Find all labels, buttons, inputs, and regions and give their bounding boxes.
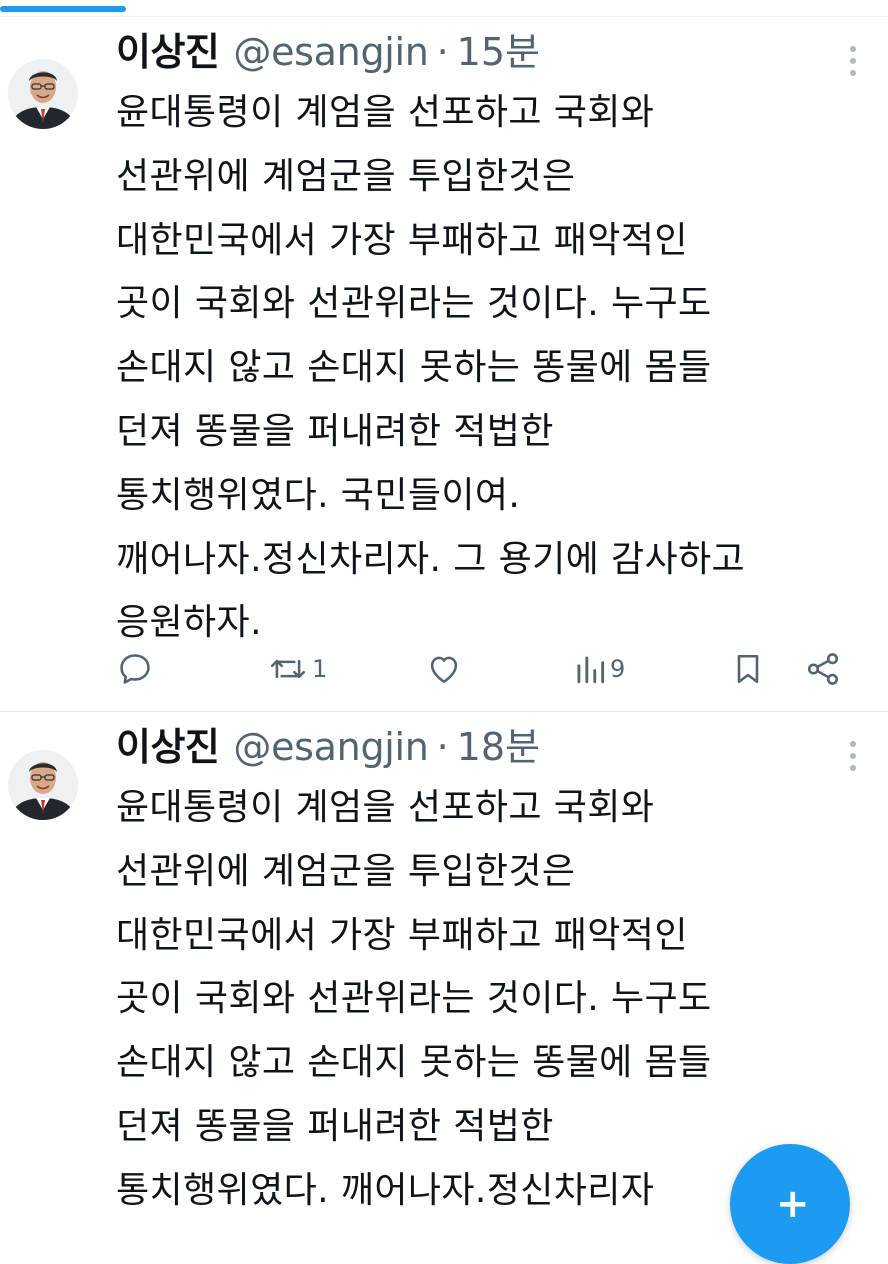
- compose-button[interactable]: +: [730, 1144, 850, 1264]
- share-icon: [807, 653, 839, 685]
- more-options-icon[interactable]: [846, 43, 860, 79]
- retweet-count: 1: [312, 655, 328, 683]
- author-name[interactable]: 이상진: [116, 27, 220, 77]
- tweet[interactable]: 이상진 @esangjin · 18분 윤대통령이 계엄을 선포하고 국회와 선…: [0, 712, 888, 1211]
- avatar-photo-icon: [8, 750, 78, 820]
- avatar[interactable]: [8, 750, 78, 820]
- retweet-icon: [270, 659, 306, 679]
- heart-icon: [430, 656, 458, 683]
- tweet-text-line: 곳이 국회와 선관위라는 것이다. 누구도: [116, 283, 712, 325]
- tweet-header: 이상진 @esangjin · 15분: [116, 27, 540, 77]
- share-button[interactable]: [804, 645, 842, 693]
- tweet-text-line: 통치행위였다. 국민들이여.: [116, 474, 521, 516]
- tweet[interactable]: 이상진 @esangjin · 15분 윤대통령이 계엄을 선포하고 국회와 선…: [0, 17, 888, 711]
- timestamp[interactable]: 18분: [457, 722, 540, 772]
- like-button[interactable]: [424, 645, 464, 693]
- bookmark-button[interactable]: [730, 645, 766, 693]
- views-count: 9: [610, 655, 626, 683]
- tweet-text-line: 윤대통령이 계엄을 선포하고 국회와: [116, 787, 655, 828]
- compose-plus-icon: +: [776, 1181, 810, 1227]
- reply-button[interactable]: [116, 645, 154, 693]
- tweet-text-line: 던져 똥물을 퍼내려한 적법한: [116, 410, 554, 452]
- author-handle[interactable]: @esangjin: [233, 27, 428, 77]
- tweet-text-line: 선관위에 계엄군을 투입한것은: [116, 850, 576, 892]
- separator-dot: ·: [436, 725, 449, 769]
- avatar-photo-icon: [8, 59, 78, 129]
- timestamp[interactable]: 15분: [457, 27, 540, 77]
- tweet-actions: 1 9: [0, 645, 888, 693]
- author-name[interactable]: 이상진: [116, 722, 220, 772]
- views-button[interactable]: 9: [574, 645, 625, 693]
- views-icon: [577, 656, 605, 684]
- tweet-text-line: 윤대통령이 계엄을 선포하고 국회와: [116, 92, 655, 133]
- reply-icon: [120, 654, 150, 684]
- tab-indicator: [0, 6, 126, 12]
- bookmark-icon: [737, 654, 759, 684]
- more-options-icon[interactable]: [846, 738, 860, 774]
- tweet-text-line: 대한민국에서 가장 부패하고 패악적인: [116, 219, 688, 261]
- tweet-text-line: 선관위에 계엄군을 투입한것은: [116, 155, 576, 197]
- tweet-text-line: 깨어나자.정신차리자. 그 용기에 감사하고: [116, 538, 746, 580]
- tweet-text-line: 손대지 않고 손대지 못하는 똥물에 몸들: [116, 1042, 712, 1084]
- retweet-button[interactable]: 1: [268, 645, 327, 693]
- tweet-header: 이상진 @esangjin · 18분: [116, 722, 540, 772]
- author-handle[interactable]: @esangjin: [233, 722, 428, 772]
- tweet-text-line: 손대지 않고 손대지 못하는 똥물에 몸들: [116, 347, 712, 389]
- tweet-text-line: 던져 똥물을 퍼내려한 적법한: [116, 1105, 554, 1147]
- tweet-text-line: 곳이 국회와 선관위라는 것이다. 누구도: [116, 978, 712, 1020]
- tweet-text-line: 대한민국에서 가장 부패하고 패악적인: [116, 914, 688, 956]
- avatar[interactable]: [8, 59, 78, 129]
- tweet-text: 윤대통령이 계엄을 선포하고 국회와 선관위에 계엄군을 투입한것은 대한민국에…: [116, 81, 876, 655]
- separator-dot: ·: [436, 30, 449, 74]
